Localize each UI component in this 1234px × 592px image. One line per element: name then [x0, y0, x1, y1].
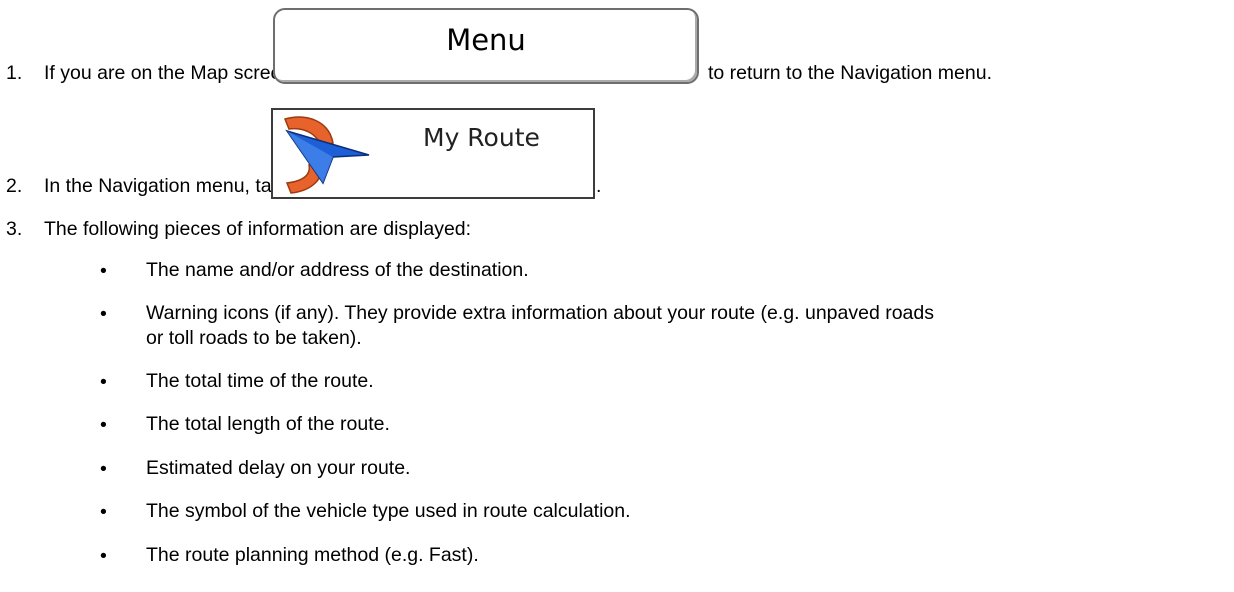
menu-button-label: Menu — [446, 23, 526, 57]
step-number: 3. — [6, 218, 23, 240]
list-item: The route planning method (e.g. Fast). — [146, 544, 479, 566]
list-item: The total length of the route. — [146, 413, 390, 435]
step-text-continued: to return to the Navigation menu. — [708, 62, 992, 84]
list-item: The name and/or address of the destinati… — [146, 259, 529, 281]
bullet: • — [100, 545, 107, 567]
list-item: Warning icons (if any). They provide ext… — [146, 302, 934, 324]
step-text-continued: . — [596, 175, 602, 197]
list-item-continued: or toll roads to be taken). — [146, 327, 362, 349]
my-route-button-label: My Route — [423, 123, 540, 152]
bullet: • — [100, 501, 107, 523]
step-text: In the Navigation menu, tap — [44, 175, 283, 197]
route-arrow-icon — [283, 116, 370, 194]
menu-button[interactable]: Menu — [273, 8, 699, 84]
step-number: 1. — [6, 62, 23, 84]
bullet: • — [100, 458, 107, 480]
my-route-button[interactable]: My Route — [271, 108, 595, 199]
list-item: Estimated delay on your route. — [146, 457, 411, 479]
bullet: • — [100, 414, 107, 436]
bullet: • — [100, 371, 107, 393]
list-item: The symbol of the vehicle type used in r… — [146, 500, 631, 522]
step-text: The following pieces of information are … — [44, 218, 472, 240]
step-number: 2. — [6, 175, 23, 197]
bullet: • — [100, 303, 107, 325]
list-item: The total time of the route. — [146, 370, 374, 392]
bullet: • — [100, 260, 107, 282]
